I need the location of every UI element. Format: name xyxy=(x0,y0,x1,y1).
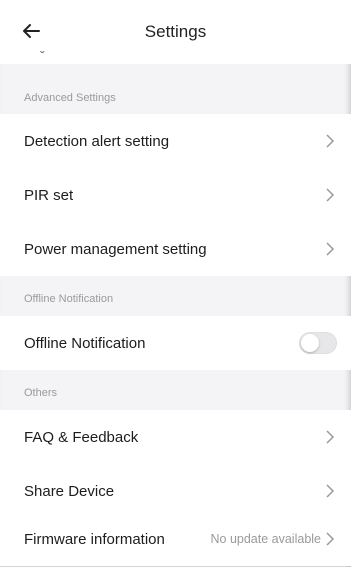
row-label: Share Device xyxy=(24,482,115,500)
chevron-right-icon xyxy=(323,242,337,256)
row-detection-alert-setting[interactable]: Detection alert setting xyxy=(0,114,351,168)
offline-notification-toggle[interactable] xyxy=(299,332,337,354)
row-label: Power management setting xyxy=(24,240,207,258)
chevron-right-icon xyxy=(323,484,337,498)
chevron-right-icon xyxy=(323,532,337,546)
row-share-device[interactable]: Share Device xyxy=(0,464,351,518)
app-header: Settings ˇ xyxy=(0,0,351,64)
chevron-right-icon xyxy=(323,188,337,202)
row-firmware-information[interactable]: Firmware information No update available xyxy=(0,512,351,566)
toggle-knob xyxy=(301,334,319,352)
chevron-right-icon xyxy=(323,430,337,444)
section-label-advanced: Advanced Settings xyxy=(24,92,116,104)
row-label: Firmware information xyxy=(24,530,165,548)
page-title: Settings xyxy=(144,22,207,41)
chevron-right-icon xyxy=(323,134,337,148)
row-power-management-setting[interactable]: Power management setting xyxy=(0,222,351,276)
section-label-offline: Offline Notification xyxy=(24,293,114,305)
row-label: Offline Notification xyxy=(24,334,146,352)
row-offline-notification[interactable]: Offline Notification xyxy=(0,316,351,370)
app-frame: Settings ˇ Advanced Settings Detection a… xyxy=(0,0,351,567)
section-label-others: Others xyxy=(24,387,58,399)
row-label: Detection alert setting xyxy=(24,132,170,150)
row-pir-set[interactable]: PIR set xyxy=(0,168,351,222)
scrolled-partial-text: ˇ xyxy=(40,48,45,64)
row-faq-feedback[interactable]: FAQ & Feedback xyxy=(0,410,351,464)
row-label: PIR set xyxy=(24,186,74,204)
row-label: FAQ & Feedback xyxy=(24,428,139,446)
firmware-status: No update available xyxy=(210,532,322,546)
